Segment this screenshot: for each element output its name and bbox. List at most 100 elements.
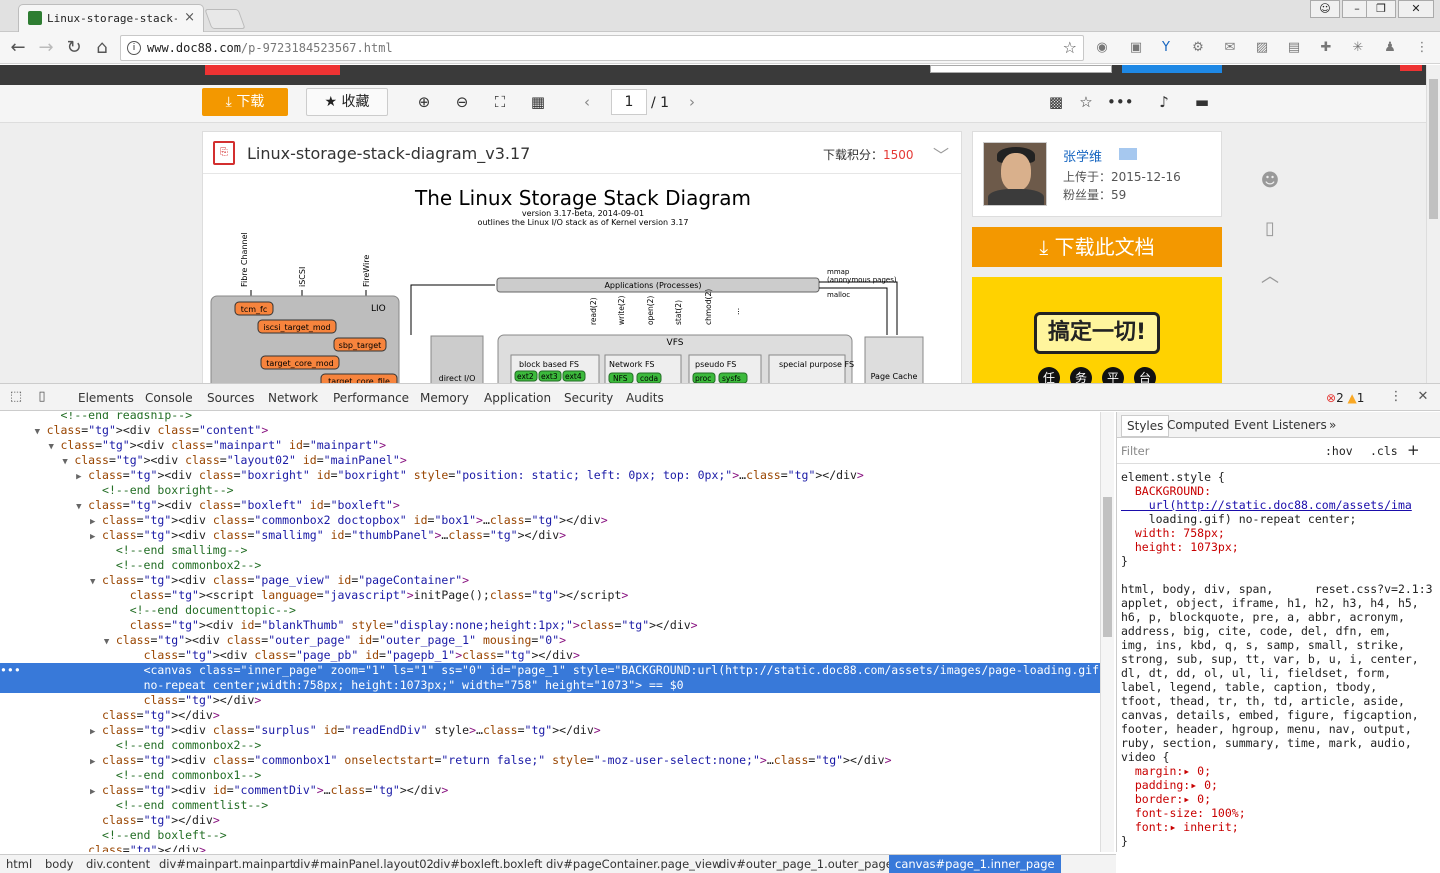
bookmark-star-icon[interactable]: ☆: [1063, 38, 1077, 57]
back-to-top-icon[interactable]: ︿: [1258, 265, 1282, 289]
devtools-tab-memory[interactable]: Memory: [420, 391, 469, 405]
cls-toggle[interactable]: .cls: [1370, 444, 1398, 458]
dom-node[interactable]: class="tg"></div>: [0, 693, 1100, 708]
site-search-button[interactable]: [1122, 65, 1222, 73]
breadcrumb-item[interactable]: div#mainpart.mainpart: [159, 857, 294, 871]
menu-icon[interactable]: ⋮: [1414, 40, 1430, 56]
qrcode-icon[interactable]: ▩: [1047, 93, 1065, 111]
zoom-out-icon[interactable]: ⊖: [453, 93, 471, 111]
dom-node[interactable]: <!--end boxright-->: [0, 483, 1100, 498]
bell-icon[interactable]: ♪: [1155, 93, 1173, 111]
device-toolbar-icon[interactable]: ▯: [34, 389, 50, 405]
dom-node[interactable]: ▶ class="tg"><div class="smallimg" id="th…: [0, 528, 1100, 543]
close-tab-icon[interactable]: ×: [184, 10, 195, 25]
next-page-icon[interactable]: ›: [683, 93, 701, 111]
mail-icon[interactable]: [1119, 148, 1137, 160]
elements-tree[interactable]: <!--end readship--> ▼ class="tg"><div cla…: [0, 412, 1100, 852]
extension-person-icon[interactable]: ♟: [1382, 40, 1398, 56]
breadcrumb-item[interactable]: canvas#page_1.inner_page: [889, 855, 1061, 873]
filter-input[interactable]: Filter: [1121, 444, 1149, 458]
extension-y-icon[interactable]: Y: [1158, 40, 1174, 56]
app-icon[interactable]: ▯: [1258, 217, 1282, 241]
devtools-tab-network[interactable]: Network: [268, 391, 318, 405]
extension-puzzle-icon[interactable]: ✚: [1318, 40, 1334, 56]
devtools-close-icon[interactable]: ✕: [1415, 389, 1431, 405]
inspect-icon[interactable]: ⬚: [8, 389, 24, 405]
maximize-button[interactable]: ❐: [1366, 0, 1396, 18]
dom-node[interactable]: ▶ class="tg"><div class="boxright" id="bo…: [0, 468, 1100, 483]
ad-banner[interactable]: 搞定一切! 任 务 平 台: [972, 277, 1222, 383]
home-icon[interactable]: ⌂: [92, 38, 112, 58]
message-icon[interactable]: ▬: [1193, 93, 1211, 111]
dom-node[interactable]: class="tg"></div>: [0, 813, 1100, 828]
avatar[interactable]: [983, 142, 1047, 206]
dom-node[interactable]: class="tg"><div class="page_pb" id="page…: [0, 648, 1100, 663]
dom-node[interactable]: ▼ class="tg"><div class="page_view" id="p…: [0, 573, 1100, 588]
add-rule-icon[interactable]: +: [1407, 441, 1420, 459]
dom-node[interactable]: ▶ class="tg"><div class="surplus" id="rea…: [0, 723, 1100, 738]
page-number-input[interactable]: 1: [611, 89, 647, 115]
dom-node[interactable]: <!--end commonbox1-->: [0, 768, 1100, 783]
address-bar[interactable]: i www.doc88.com/p-9723184523567.html ☆: [120, 35, 1084, 61]
selected-node[interactable]: no-repeat center;width:758px; height:107…: [0, 678, 1100, 693]
more-icon[interactable]: •••: [1107, 93, 1134, 111]
dom-node[interactable]: ▼ class="tg"><div class="boxleft" id="box…: [0, 498, 1100, 513]
breadcrumb-item[interactable]: div.content: [86, 857, 150, 871]
favorite-button[interactable]: ★ 收藏: [306, 88, 388, 116]
devtools-tab-sources[interactable]: Sources: [207, 391, 254, 405]
selected-node[interactable]: ••• <canvas class="inner_page" zoom="1" …: [0, 663, 1100, 678]
devtools-tab-performance[interactable]: Performance: [333, 391, 409, 405]
dom-node[interactable]: ▼ class="tg"><div class="content">: [0, 423, 1100, 438]
dom-node[interactable]: class="tg"></div>: [0, 843, 1100, 852]
reload-icon[interactable]: ↻: [64, 38, 84, 58]
back-icon[interactable]: ←: [8, 38, 28, 58]
hov-toggle[interactable]: :hov: [1325, 444, 1353, 458]
user-icon[interactable]: ☺: [1310, 0, 1340, 18]
dom-node[interactable]: <!--end readship-->: [0, 412, 1100, 423]
dom-node[interactable]: <!--end commentlist-->: [0, 798, 1100, 813]
prev-page-icon[interactable]: ‹: [578, 93, 596, 111]
extension-grid-icon[interactable]: ▤: [1286, 40, 1302, 56]
collect-star-icon[interactable]: ☆: [1077, 93, 1095, 111]
dom-node[interactable]: <!--end commonbox2-->: [0, 558, 1100, 573]
extension-badge-icon[interactable]: ▣: [1128, 40, 1144, 56]
error-warning-counter[interactable]: ⊗2 ▲1: [1326, 391, 1364, 405]
dom-node[interactable]: ▼ class="tg"><div class="outer_page" id="…: [0, 633, 1100, 648]
new-tab-button[interactable]: [204, 9, 246, 29]
download-button[interactable]: ⤓ 下载: [202, 88, 288, 116]
chevron-down-icon[interactable]: ﹀: [933, 142, 949, 166]
dom-node[interactable]: <!--end commonbox2-->: [0, 738, 1100, 753]
extension-star-icon[interactable]: ✳: [1350, 40, 1366, 56]
devtools-tab-elements[interactable]: Elements: [78, 391, 134, 405]
dom-node[interactable]: class="tg"><div id="blankThumb" style="d…: [0, 618, 1100, 633]
extension-globe-icon[interactable]: ◉: [1094, 40, 1110, 56]
dom-node[interactable]: ▶ class="tg"><div class="commonbox2 docto…: [0, 513, 1100, 528]
dom-node[interactable]: ▶ class="tg"><div id="commentDiv">…class=…: [0, 783, 1100, 798]
computed-tab[interactable]: Computed: [1167, 418, 1229, 432]
devtools-tab-security[interactable]: Security: [564, 391, 613, 405]
styles-tab[interactable]: Styles: [1121, 415, 1170, 437]
devtools-tab-audits[interactable]: Audits: [626, 391, 664, 405]
dom-node[interactable]: <!--end documenttopic-->: [0, 603, 1100, 618]
breadcrumb-item[interactable]: div#outer_page_1.outer_page: [719, 857, 893, 871]
devtools-menu-icon[interactable]: ⋮: [1388, 389, 1404, 405]
download-doc-button[interactable]: ⤓ 下载此文档: [972, 227, 1222, 267]
breadcrumb-item[interactable]: div#mainPanel.layout02: [293, 857, 434, 871]
info-icon[interactable]: i: [127, 41, 141, 55]
dom-node[interactable]: class="tg"><script language="javascript"…: [0, 588, 1100, 603]
dom-node[interactable]: ▼ class="tg"><div class="mainpart" id="ma…: [0, 438, 1100, 453]
forward-icon[interactable]: →: [36, 38, 56, 58]
dom-node[interactable]: class="tg"></div>: [0, 708, 1100, 723]
wechat-icon[interactable]: ☻: [1258, 169, 1282, 193]
more-tabs-icon[interactable]: »: [1329, 418, 1336, 432]
dom-node[interactable]: ▼ class="tg"><div class="layout02" id="ma…: [0, 453, 1100, 468]
site-search-input[interactable]: [930, 65, 1112, 73]
devtools-tab-console[interactable]: Console: [145, 391, 193, 405]
close-window-button[interactable]: ✕: [1398, 0, 1434, 18]
devtools-tab-application[interactable]: Application: [484, 391, 551, 405]
breadcrumb-item[interactable]: body: [45, 857, 73, 871]
breadcrumb-item[interactable]: html: [6, 857, 32, 871]
event-listeners-tab[interactable]: Event Listeners: [1234, 418, 1327, 432]
dom-node[interactable]: <!--end boxleft-->: [0, 828, 1100, 843]
zoom-in-icon[interactable]: ⊕: [415, 93, 433, 111]
